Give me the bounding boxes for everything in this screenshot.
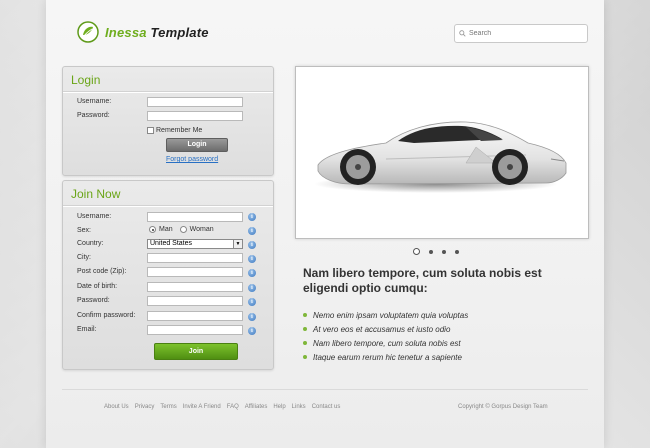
chevron-down-icon[interactable]: ▼ (233, 240, 242, 248)
footer-link-invite[interactable]: Invite A Friend (183, 404, 221, 410)
login-title: Login (71, 73, 101, 87)
footer-link-privacy[interactable]: Privacy (135, 404, 155, 410)
sex-woman-radio[interactable] (179, 226, 187, 233)
divider (63, 205, 273, 207)
info-icon[interactable]: i (248, 327, 256, 335)
join-panel: Join Now Username: i Sex: Man Woman i Co… (62, 180, 274, 370)
join-button[interactable]: Join (154, 343, 238, 360)
divider (63, 91, 273, 93)
info-icon[interactable]: i (248, 255, 256, 263)
postcode-label: Post code (Zip): (77, 268, 127, 275)
username-label: Username: (77, 98, 112, 105)
rear-wheel (340, 149, 376, 185)
slide-dot-4[interactable] (455, 249, 459, 254)
info-icon[interactable]: i (248, 241, 256, 249)
copyright-text: Copyright © Gorpus Design Team (458, 404, 548, 410)
info-icon[interactable]: i (248, 284, 256, 292)
content-headline: Nam libero tempore, cum soluta nobis est… (303, 266, 542, 295)
bullet-icon (303, 355, 307, 359)
info-icon[interactable]: i (248, 269, 256, 277)
footer-link-terms[interactable]: Terms (160, 404, 176, 410)
join-password-field[interactable] (147, 296, 243, 306)
slide-dot-2[interactable] (429, 249, 433, 254)
dob-label: Date of birth: (77, 283, 118, 290)
join-username-label: Username: (77, 213, 112, 220)
login-password-field[interactable] (147, 111, 243, 121)
join-password-label: Password: (77, 297, 110, 304)
info-icon[interactable]: i (248, 227, 256, 235)
slide-dot-3[interactable] (442, 249, 446, 254)
sex-radio-group: Man Woman (149, 226, 214, 233)
logo-text: Inessa Template (105, 24, 209, 40)
sex-man-radio[interactable] (149, 226, 156, 233)
sex-label: Sex: (77, 227, 92, 234)
leaf-logo-icon (77, 21, 99, 43)
country-value: United States (150, 240, 193, 247)
sex-woman-label: Woman (189, 226, 214, 233)
login-button[interactable]: Login (166, 138, 228, 152)
footer-divider (62, 389, 588, 390)
dob-field[interactable] (147, 282, 243, 292)
footer-link-help[interactable]: Help (273, 404, 285, 410)
remember-me[interactable]: Remember Me (147, 127, 202, 134)
search-box[interactable] (454, 24, 588, 43)
country-label: Country: (77, 240, 104, 247)
list-item: Nemo enim ipsam voluptatem quia voluptas (303, 308, 468, 322)
email-field[interactable] (147, 325, 243, 335)
sex-man-label: Man (159, 226, 173, 233)
search-input[interactable] (466, 30, 579, 37)
list-item: Nam libero tempore, cum soluta nobis est (303, 336, 468, 350)
info-icon[interactable]: i (248, 298, 256, 306)
city-label: City: (77, 254, 91, 261)
city-field[interactable] (147, 253, 243, 263)
footer-link-links[interactable]: Links (292, 404, 306, 410)
remember-label: Remember Me (156, 127, 203, 134)
slide-dot-1[interactable] (413, 248, 420, 255)
country-select[interactable]: United States ▼ (147, 239, 243, 249)
bullet-icon (303, 313, 307, 317)
footer-link-faq[interactable]: FAQ (227, 404, 239, 410)
sports-car-image (314, 121, 567, 193)
slideshow-frame[interactable] (295, 66, 589, 239)
front-wheel (492, 149, 528, 185)
bullet-icon (303, 341, 307, 345)
site-logo[interactable]: Inessa Template (77, 20, 209, 44)
bullet-icon (303, 327, 307, 331)
login-username-field[interactable] (147, 97, 243, 107)
postcode-field[interactable] (147, 267, 243, 277)
search-icon (459, 30, 466, 37)
forgot-password-link[interactable]: Forgot password (166, 156, 218, 163)
remember-checkbox[interactable] (147, 127, 154, 134)
info-icon[interactable]: i (248, 213, 256, 221)
footer-link-affiliates[interactable]: Affiliates (245, 404, 268, 410)
confirm-password-label: Confirm password: (77, 312, 136, 319)
slide-pagination (413, 248, 459, 255)
join-username-field[interactable] (147, 212, 243, 222)
list-item: Itaque earum rerum hic tenetur a sapient… (303, 350, 468, 364)
join-title: Join Now (71, 187, 121, 201)
login-panel: Login Username: Password: Remember Me Lo… (62, 66, 274, 176)
confirm-password-field[interactable] (147, 311, 243, 321)
info-icon[interactable]: i (248, 313, 256, 321)
password-label: Password: (77, 112, 110, 119)
feature-list: Nemo enim ipsam voluptatem quia voluptas… (303, 308, 468, 364)
list-item: At vero eos et accusamus et iusto odio (303, 322, 468, 336)
footer-link-about[interactable]: About Us (104, 404, 129, 410)
email-label: Email: (77, 326, 97, 333)
footer-nav: About Us Privacy Terms Invite A Friend F… (104, 404, 340, 410)
footer-link-contact[interactable]: Contact us (312, 404, 341, 410)
